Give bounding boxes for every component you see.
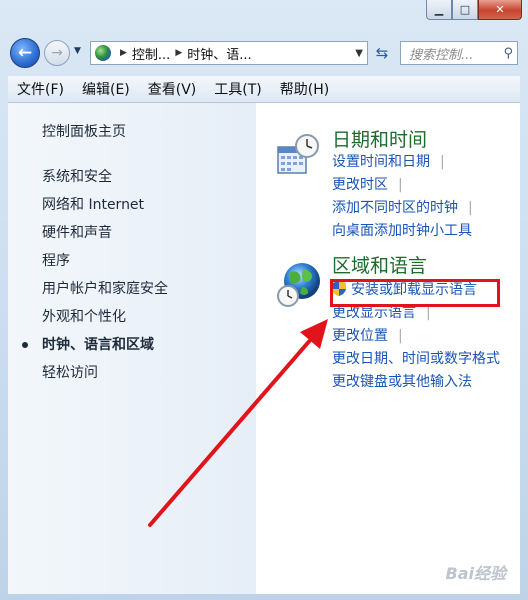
control-panel-window: ▁ □ ✕ ← → ▼ ▶ 控制... ▶ 时钟、语... ▼ ⇆ 搜索控制..… xyxy=(0,0,528,600)
caption-buttons: ▁ □ ✕ xyxy=(426,0,522,22)
link-change-display-language[interactable]: 更改显示语言 xyxy=(332,305,416,321)
sidebar-item-user-accounts[interactable]: 用户帐户和家庭安全 xyxy=(42,275,168,303)
link-separator: | xyxy=(426,305,431,321)
watermark: Bai经验 xyxy=(445,564,506,583)
control-panel-icon xyxy=(95,45,111,61)
link-change-keyboard-input[interactable]: 更改键盘或其他输入法 xyxy=(332,374,472,390)
breadcrumb-control-panel[interactable]: 控制... xyxy=(132,44,170,63)
link-set-time-date[interactable]: 设置时间和日期 xyxy=(332,154,430,170)
close-button[interactable]: ✕ xyxy=(478,0,522,20)
recent-pages-dropdown-icon[interactable]: ▼ xyxy=(74,46,81,56)
sidebar-item-ease-of-access[interactable]: 轻松访问 xyxy=(42,359,168,387)
breadcrumb-separator-icon[interactable]: ▶ xyxy=(175,48,182,58)
maximize-button[interactable]: □ xyxy=(452,0,478,20)
main-panel: 日期和时间 设置时间和日期 | 更改时区 | 添加不同时区的时钟 | 向桌面添加时钟小… xyxy=(256,103,520,594)
menu-edit[interactable]: 编辑(E) xyxy=(73,79,139,99)
address-bar[interactable]: ▶ 控制... ▶ 时钟、语... ▼ xyxy=(90,41,368,65)
menu-help[interactable]: 帮助(H) xyxy=(271,79,338,99)
search-icon[interactable]: ⚲ xyxy=(503,46,513,61)
minimize-button[interactable]: ▁ xyxy=(426,0,452,20)
calendar-clock-icon[interactable] xyxy=(276,133,320,177)
sidebar-item-appearance[interactable]: 外观和个性化 xyxy=(42,303,168,331)
address-dropdown-icon[interactable]: ▼ xyxy=(355,48,363,59)
link-separator: | xyxy=(398,328,403,344)
back-button[interactable]: ← xyxy=(10,38,40,68)
breadcrumb-separator-icon[interactable]: ▶ xyxy=(120,48,127,58)
search-placeholder: 搜索控制... xyxy=(409,47,474,63)
link-change-location[interactable]: 更改位置 xyxy=(332,328,388,344)
search-input[interactable]: 搜索控制... ⚲ xyxy=(400,41,518,65)
category-title-region-language[interactable]: 区域和语言 xyxy=(332,251,427,278)
forward-button[interactable]: → xyxy=(44,40,70,66)
sidebar-list: 系统和安全 网络和 Internet 硬件和声音 程序 用户帐户和家庭安全 外观… xyxy=(22,163,168,387)
category-title-date-time[interactable]: 日期和时间 xyxy=(332,125,427,152)
sidebar-item-network[interactable]: 网络和 Internet xyxy=(42,191,168,219)
navigation-bar: ← → ▼ ▶ 控制... ▶ 时钟、语... ▼ ⇆ 搜索控制... ⚲ xyxy=(8,38,520,70)
sidebar-item-system-security[interactable]: 系统和安全 xyxy=(42,163,168,191)
highlight-box-annotation xyxy=(330,279,500,307)
link-change-timezone[interactable]: 更改时区 xyxy=(332,177,388,193)
sidebar-item-hardware-sound[interactable]: 硬件和声音 xyxy=(42,219,168,247)
refresh-icon[interactable]: ⇆ xyxy=(370,41,394,65)
link-separator: | xyxy=(398,177,403,193)
link-separator: | xyxy=(468,200,473,216)
date-time-links: 设置时间和日期 | 更改时区 | 添加不同时区的时钟 | 向桌面添加时钟小工具 xyxy=(332,151,473,243)
menu-bar: 文件(F) 编辑(E) 查看(V) 工具(T) 帮助(H) xyxy=(8,76,520,103)
link-add-clock-gadget[interactable]: 向桌面添加时钟小工具 xyxy=(332,223,472,239)
link-add-clocks[interactable]: 添加不同时区的时钟 xyxy=(332,200,458,216)
globe-clock-icon[interactable] xyxy=(276,261,322,309)
menu-view[interactable]: 查看(V) xyxy=(139,79,206,99)
content-area: 控制面板主页 系统和安全 网络和 Internet 硬件和声音 程序 用户帐户和… xyxy=(8,103,520,594)
sidebar-item-programs[interactable]: 程序 xyxy=(42,247,168,275)
sidebar: 控制面板主页 系统和安全 网络和 Internet 硬件和声音 程序 用户帐户和… xyxy=(8,103,256,594)
menu-file[interactable]: 文件(F) xyxy=(8,79,73,99)
sidebar-item-clock-language-region[interactable]: 时钟、语言和区域 xyxy=(22,331,168,359)
link-separator: | xyxy=(440,154,445,170)
link-change-date-number-format[interactable]: 更改日期、时间或数字格式 xyxy=(332,351,500,367)
sidebar-home-link[interactable]: 控制面板主页 xyxy=(42,121,126,141)
breadcrumb-clock-language[interactable]: 时钟、语... xyxy=(187,44,251,63)
menu-tools[interactable]: 工具(T) xyxy=(205,79,270,99)
